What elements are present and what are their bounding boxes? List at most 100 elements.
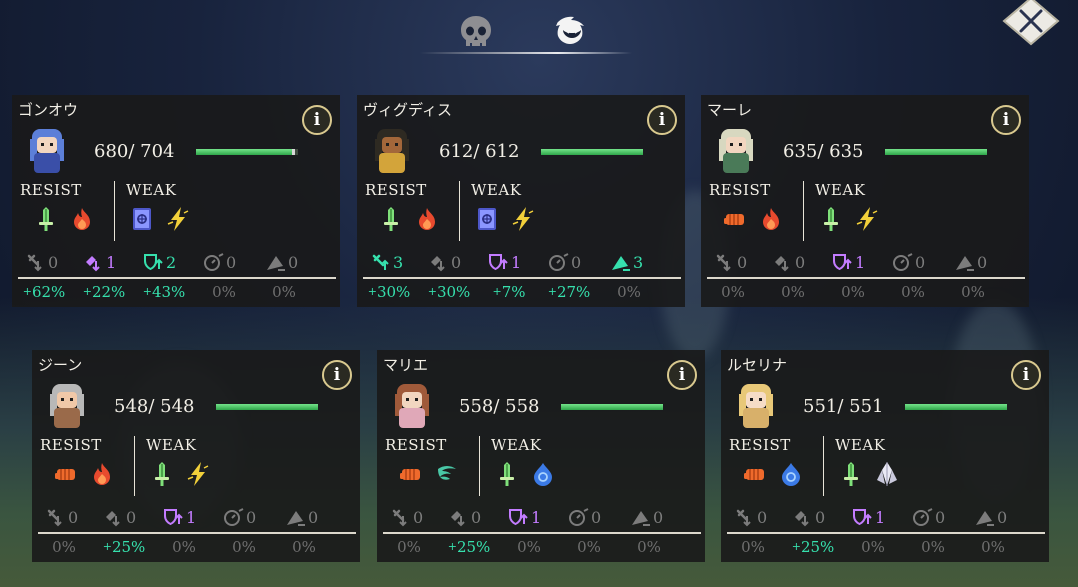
- weak-lightning-icon: [509, 205, 537, 233]
- close-button[interactable]: [1001, 0, 1061, 46]
- hp-bar: [196, 149, 298, 155]
- hp-value: 635/ 635: [783, 141, 864, 162]
- buff-count: 3: [633, 252, 644, 272]
- buff-crit: 0: [953, 251, 987, 273]
- buff-count: 0: [126, 507, 137, 527]
- weak-sword-icon: [493, 460, 521, 488]
- info-button[interactable]: i: [667, 360, 697, 390]
- stat-percent: +27%: [547, 283, 591, 301]
- weak-water-icon: [529, 460, 557, 488]
- character-card: マーレ i 635/ 635 RESIST WEAK 0 0 1 0 0 0% 0% 0% 0…: [701, 95, 1029, 307]
- stat-percent: 0%: [52, 538, 76, 556]
- info-button[interactable]: i: [647, 105, 677, 135]
- buff-matk-down: 0: [447, 506, 481, 528]
- buff-atk-down: 0: [24, 251, 58, 273]
- stat-percent: +62%: [22, 283, 66, 301]
- buff-def-up: 2: [142, 251, 176, 273]
- buff-count: 0: [288, 252, 299, 272]
- tab-allies[interactable]: [552, 12, 592, 52]
- stat-percent: +30%: [367, 283, 411, 301]
- speed-icon: [224, 508, 244, 526]
- weak-tome-icon: [473, 205, 501, 233]
- buff-count: 1: [875, 507, 886, 527]
- mask-icon: [556, 16, 584, 44]
- hp-value: 612/ 612: [439, 141, 520, 162]
- buff-count: 0: [795, 252, 806, 272]
- character-name: ジーン: [38, 356, 83, 374]
- resist-sword-icon: [377, 205, 405, 233]
- buff-crit: 3: [609, 251, 643, 273]
- stat-percent: 0%: [397, 538, 421, 556]
- atk-down-icon: [27, 254, 42, 272]
- stat-percent: +25%: [791, 538, 835, 556]
- hp-bar-fill: [905, 404, 1007, 410]
- atk-down-icon: [736, 509, 751, 527]
- hp-bar: [885, 149, 987, 155]
- tab-underline: [420, 52, 632, 54]
- info-button[interactable]: i: [1011, 360, 1041, 390]
- matk-down-icon: [431, 256, 445, 272]
- resist-fist-icon: [741, 460, 769, 488]
- buff-count: 0: [653, 507, 664, 527]
- character-name: マリエ: [383, 356, 429, 374]
- stat-percent: 0%: [172, 538, 196, 556]
- atk-down-icon: [716, 254, 731, 272]
- hp-bar: [905, 404, 1007, 410]
- buff-matk-down: 0: [791, 506, 825, 528]
- speed-icon: [569, 508, 589, 526]
- buff-speed: 0: [567, 506, 601, 528]
- info-button[interactable]: i: [322, 360, 352, 390]
- buff-atk-down: 0: [389, 506, 423, 528]
- resist-water-icon: [777, 460, 805, 488]
- stat-percent: 0%: [961, 283, 985, 301]
- character-card: ゴンオウ i 680/ 704 RESIST WEAK 0 1 2 0 0 +62% +2…: [12, 95, 340, 307]
- buff-count: 1: [531, 507, 542, 527]
- buff-count: 0: [226, 252, 237, 272]
- info-button[interactable]: i: [302, 105, 332, 135]
- stat-percent: +25%: [447, 538, 491, 556]
- crit-icon: [956, 256, 974, 271]
- character-card: マリエ i 558/ 558 RESIST WEAK 0 0 1 0 0 0% +25% 0…: [377, 350, 705, 562]
- portrait-sprite: [739, 384, 773, 428]
- buff-count: 0: [815, 507, 826, 527]
- weak-label: WEAK: [471, 181, 522, 199]
- buff-count: 0: [737, 252, 748, 272]
- resist-weak-divider: [459, 181, 460, 241]
- stat-percent: 0%: [617, 283, 641, 301]
- buff-speed: 0: [911, 506, 945, 528]
- info-icon: i: [658, 110, 666, 130]
- hp-value: 548/ 548: [114, 396, 195, 417]
- buff-count: 3: [393, 252, 404, 272]
- character-portrait: [709, 123, 763, 177]
- resist-label: RESIST: [40, 436, 102, 454]
- def-up-icon: [489, 254, 508, 271]
- stat-percent: +7%: [492, 283, 526, 301]
- buff-count: 1: [106, 252, 117, 272]
- weak-tome-icon: [128, 205, 156, 233]
- tab-enemies[interactable]: [456, 12, 496, 52]
- resist-label: RESIST: [385, 436, 447, 454]
- resist-label: RESIST: [709, 181, 771, 199]
- info-icon: i: [313, 110, 321, 130]
- crit-icon: [287, 511, 305, 526]
- info-button[interactable]: i: [991, 105, 1021, 135]
- matk-down-icon: [795, 511, 809, 527]
- buff-count: 0: [413, 507, 424, 527]
- stat-percent: +43%: [142, 283, 186, 301]
- skull-icon: [461, 16, 491, 46]
- stat-percent: 0%: [901, 283, 925, 301]
- speed-icon: [893, 253, 913, 271]
- weak-lightning-icon: [853, 205, 881, 233]
- buff-atk-down: 0: [733, 506, 767, 528]
- buff-speed: 0: [222, 506, 256, 528]
- buff-speed: 0: [547, 251, 581, 273]
- crit-icon: [632, 511, 650, 526]
- character-name: ゴンオウ: [18, 101, 79, 119]
- matk-down-icon: [86, 256, 100, 272]
- buff-crit: 0: [973, 506, 1007, 528]
- speed-icon: [549, 253, 569, 271]
- hp-bar: [561, 404, 663, 410]
- crit-icon: [976, 511, 994, 526]
- buff-matk-down: 0: [427, 251, 461, 273]
- character-card: ルセリナ i 551/ 551 RESIST WEAK 0 0 1 0 0 0% +25%…: [721, 350, 1049, 562]
